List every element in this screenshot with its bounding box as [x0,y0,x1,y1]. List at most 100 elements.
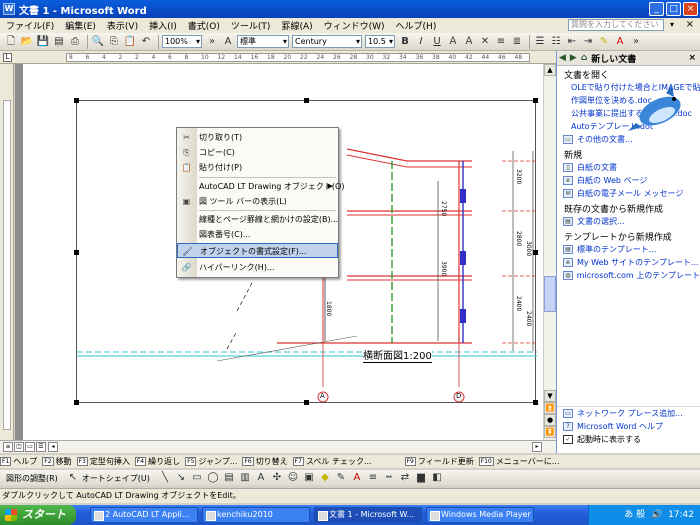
function-key-f1[interactable]: F1 ヘルプ [0,456,37,467]
char-scale-icon[interactable]: ✕ [478,35,492,49]
permission-icon[interactable]: ▤ [52,35,66,49]
menu-help[interactable]: ヘルプ(H) [396,19,437,32]
select-objects-icon[interactable]: ↖ [66,471,80,485]
highlight-icon[interactable]: ✎ [597,35,611,49]
menu-edit[interactable]: 編集(E) [65,19,96,32]
office-assistant-dolphin-icon[interactable] [626,85,688,133]
general-templates-link[interactable]: ▤ 標準のテンプレート... [557,243,700,256]
function-key-f4[interactable]: F4 繰り返し [134,456,180,467]
checkbox-checked-icon[interactable]: ✓ [563,435,573,444]
online-templates-link[interactable]: ◍ microsoft.com 上のテンプレート [557,269,700,282]
menu-window[interactable]: ウィンドウ(W) [324,19,385,32]
function-key-f3[interactable]: F3 定型句挿入 [76,456,130,467]
copy-icon[interactable]: ⎘ [107,35,121,49]
bullets-icon[interactable]: ☷ [549,35,563,49]
print-layout-icon[interactable]: ▭ [25,442,35,452]
home-icon[interactable]: ⌂ [581,53,587,63]
function-key-f10[interactable]: F10 メニューバーに... [478,456,559,467]
blank-document-link[interactable]: ▯ 白紙の文書 [557,161,700,174]
wordart-icon[interactable]: A [254,471,268,485]
menu-file[interactable]: ファイル(F) [6,19,54,32]
choose-document-link[interactable]: ▤ 文書の選択... [557,215,700,228]
font-size-select[interactable]: 10.5 [365,35,395,48]
font-color-icon[interactable]: A [613,35,627,49]
scroll-right-button[interactable]: ▸ [532,442,542,452]
italic-button[interactable]: I [414,35,428,49]
font-color-icon[interactable]: A [350,471,364,485]
dash-style-icon[interactable]: ┅ [382,471,396,485]
decrease-indent-icon[interactable]: ⇤ [565,35,579,49]
autoshapes-menu[interactable]: オートシェイプ(U) [82,473,150,484]
3d-style-icon[interactable]: ◧ [430,471,444,485]
horizontal-scrollbar[interactable]: ≡ ◫ ▭ ☰ ◂ ▸ [0,440,556,453]
back-icon[interactable]: ◀ [559,53,566,63]
draw-adjust-menu[interactable]: 図形の調整(R) [6,473,58,484]
line-icon[interactable]: ╲ [158,471,172,485]
taskbar-button-autocad[interactable]: 2 AutoCAD LT Appli... [90,507,198,523]
menu-tools[interactable]: ツール(T) [231,19,271,32]
shadow-style-icon[interactable]: ▆ [414,471,428,485]
menu-insert[interactable]: 挿入(I) [149,19,177,32]
font-select[interactable]: Century [292,35,362,48]
vertical-text-box-icon[interactable]: ▥ [238,471,252,485]
arrow-icon[interactable]: ↘ [174,471,188,485]
function-key-f9[interactable]: F9 フィールド更新 [404,456,474,467]
rectangle-icon[interactable]: ▭ [190,471,204,485]
paste-icon[interactable]: 📋 [123,35,137,49]
document-close-button[interactable]: × [686,19,694,30]
previous-page-button[interactable]: ⏫ [544,402,556,414]
align-center-icon[interactable]: ≣ [510,35,524,49]
browse-object-button[interactable]: ● [544,414,556,426]
resize-handle[interactable] [74,98,79,103]
resize-handle[interactable] [304,400,309,405]
resize-handle[interactable] [74,400,79,405]
save-icon[interactable]: 💾 [36,35,50,49]
insert-picture-icon[interactable]: ▣ [302,471,316,485]
increase-indent-icon[interactable]: ⇥ [581,35,595,49]
menu-item-picture-toolbar[interactable]: ▣ 図 ツール バーの表示(L) [177,194,338,209]
task-pane-close-icon[interactable]: × [688,53,696,63]
menu-format[interactable]: 書式(O) [188,19,220,32]
toolbar-more-icon[interactable]: » [629,35,643,49]
horizontal-ruler[interactable]: L 8 6 4 2 2 4 6 8 10 12 14 16 18 20 22 24 26 28 30 32 34 36 38… [0,51,556,64]
arrow-style-icon[interactable]: ⇄ [398,471,412,485]
char-shading-icon[interactable]: Ａ [462,35,476,49]
resize-handle[interactable] [74,250,79,255]
menu-item-borders-shading[interactable]: 線種とページ罫線と網かけの設定(B)... [177,212,338,227]
zoom-select[interactable]: 100% [162,35,202,48]
word-app-icon[interactable]: W [3,3,15,15]
taskbar-button-word[interactable]: 文書 1 - Microsoft W... [314,507,422,523]
start-button[interactable]: スタート [0,505,76,525]
show-at-startup-checkbox[interactable]: ✓ 起動時に表示する [557,433,700,446]
clock[interactable]: 17:42 [668,510,694,520]
underline-button[interactable]: U [430,35,444,49]
menu-table[interactable]: 罫線(A) [281,19,312,32]
forward-icon[interactable]: ▶ [570,53,577,63]
blank-email-link[interactable]: ✉ 白紙の電子メール メッセージ [557,187,700,200]
align-justify-icon[interactable]: ≡ [494,35,508,49]
vertical-ruler[interactable] [0,64,14,441]
menu-item-autocad-object[interactable]: AutoCAD LT Drawing オブジェクト(O) ▶ [177,179,344,194]
fill-color-icon[interactable]: ◆ [318,471,332,485]
diagram-icon[interactable]: ✣ [270,471,284,485]
blank-web-page-link[interactable]: e 白紙の Web ページ [557,174,700,187]
function-key-f2[interactable]: F2 移動 [42,456,72,467]
scroll-thumb[interactable] [544,276,556,312]
print-icon[interactable]: ⎙ [68,35,82,49]
volume-icon[interactable]: 🔊 [651,505,662,525]
function-key-f5[interactable]: F5 ジャンプ... [185,456,237,467]
menu-item-copy[interactable]: ⎘ コピー(C) [177,145,338,160]
scroll-up-button[interactable]: ▲ [544,64,556,76]
menu-item-cut[interactable]: ✂ 切り取り(T) [177,130,338,145]
resize-handle[interactable] [533,250,538,255]
print-preview-icon[interactable]: 🔍 [91,35,105,49]
web-layout-icon[interactable]: ◫ [14,442,24,452]
taskbar-button-media-player[interactable]: Windows Media Player [426,507,534,523]
menu-view[interactable]: 表示(V) [107,19,138,32]
maximize-button[interactable]: □ [666,2,681,16]
function-key-f7[interactable]: F7 スペル チェック... [292,456,372,467]
resize-handle[interactable] [533,98,538,103]
web-templates-link[interactable]: e My Web サイトのテンプレート... [557,256,700,269]
undo-icon[interactable]: ↶ [139,35,153,49]
next-page-button[interactable]: ⏬ [544,426,556,438]
